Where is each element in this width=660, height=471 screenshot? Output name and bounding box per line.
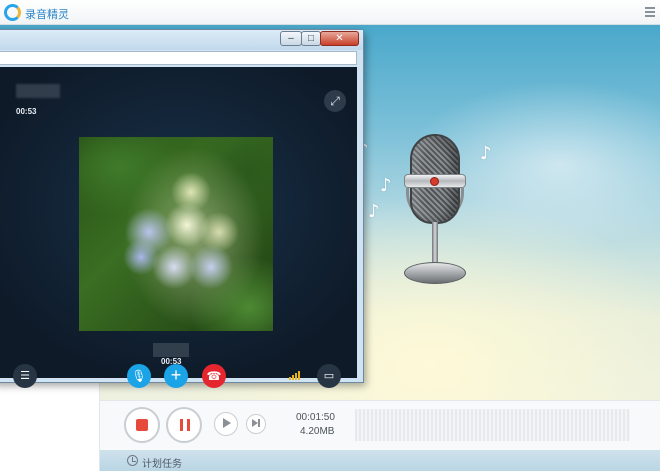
add-participant-button[interactable]: + — [164, 364, 188, 388]
waveform-display — [355, 409, 630, 441]
play-icon — [223, 418, 231, 428]
menu-icon[interactable] — [645, 7, 655, 17]
file-size: 4.20MB — [300, 426, 335, 437]
skip-next-button[interactable] — [246, 414, 266, 434]
scheduled-task-link[interactable]: 计划任务 — [142, 455, 182, 470]
participant-name-redacted — [153, 343, 189, 357]
stop-button[interactable] — [124, 407, 160, 443]
chat-button[interactable]: ▭ — [317, 364, 341, 388]
app-titlebar: 录音精灵 — [0, 0, 660, 25]
play-button[interactable] — [214, 412, 238, 436]
music-note-icon: ♪ — [480, 143, 492, 164]
stop-icon — [136, 419, 148, 431]
call-window-menubar — [0, 51, 357, 65]
video-feed-image — [79, 137, 273, 331]
app-logo-icon — [4, 4, 21, 21]
signal-strength-icon — [289, 371, 301, 380]
pause-button[interactable] — [166, 407, 202, 443]
left-panel — [0, 380, 100, 471]
elapsed-time: 00:01:50 — [296, 412, 335, 423]
mute-mic-button[interactable]: 🎙 — [127, 364, 151, 388]
list-button[interactable]: ☰ — [13, 364, 37, 388]
call-video-area: 00:53 ⤢ 00:53 ☰ 🎙 + ☎ ▭ — [0, 67, 357, 388]
expand-button[interactable]: ⤢ — [324, 90, 346, 112]
call-timer-top: 00:53 — [16, 107, 37, 116]
footer-bar: 计划任务 — [100, 450, 660, 471]
call-window: – □ ✕ 00:53 ⤢ 00:53 ☰ 🎙 + ☎ ▭ — [0, 29, 364, 388]
minimize-button[interactable]: – — [280, 31, 302, 46]
close-button[interactable]: ✕ — [320, 31, 359, 46]
app-title: 录音精灵 — [25, 9, 69, 21]
caller-name-redacted — [16, 84, 60, 98]
music-note-icon: ♪ — [368, 201, 380, 222]
hang-up-button[interactable]: ☎ — [202, 364, 226, 388]
clock-icon — [127, 455, 138, 466]
pause-icon — [180, 419, 183, 431]
maximize-button[interactable]: □ — [301, 31, 321, 46]
call-window-titlebar[interactable]: – □ ✕ — [0, 30, 363, 50]
music-note-icon: ♪ — [380, 175, 392, 196]
microphone-illustration — [402, 134, 468, 294]
recorder-controls: 00:01:50 4.20MB — [100, 400, 660, 450]
